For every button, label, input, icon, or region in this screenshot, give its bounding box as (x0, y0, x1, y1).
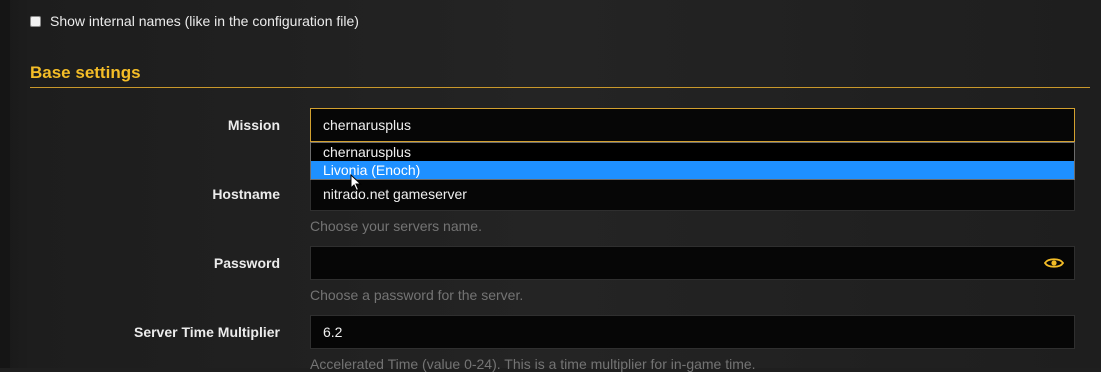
server-time-multiplier-label: Server Time Multiplier (133, 324, 280, 340)
mission-label: Mission (227, 117, 280, 133)
show-internal-names-toggle[interactable]: Show internal names (like in the configu… (30, 12, 359, 30)
section-divider (30, 87, 1090, 88)
section-title: Base settings (30, 63, 141, 82)
mission-select[interactable]: chernarusplus (310, 108, 1075, 142)
eye-icon[interactable] (1044, 257, 1064, 269)
mouse-cursor-icon (350, 174, 362, 192)
hostname-help: Choose your servers name. (310, 218, 482, 234)
mission-option[interactable]: chernarusplus (311, 143, 1074, 161)
left-edge-strip (0, 0, 10, 368)
mission-option-highlighted[interactable]: Livonia (Enoch) (311, 161, 1074, 179)
hostname-label: Hostname (212, 186, 280, 202)
mission-select-value: chernarusplus (323, 117, 411, 133)
hostname-input[interactable]: nitrado.net gameserver (310, 177, 1075, 211)
hostname-input-value: nitrado.net gameserver (323, 186, 467, 202)
server-time-multiplier-input[interactable]: 6.2 (310, 315, 1075, 349)
password-help: Choose a password for the server. (310, 287, 524, 303)
show-internal-names-checkbox[interactable] (30, 15, 41, 27)
mission-dropdown-list: chernarusplus Livonia (Enoch) (310, 142, 1075, 180)
password-label: Password (213, 255, 280, 271)
password-input[interactable] (310, 246, 1075, 280)
settings-page: Show internal names (like in the configu… (0, 0, 1101, 372)
server-time-multiplier-value: 6.2 (323, 324, 343, 340)
show-internal-names-label: Show internal names (like in the configu… (50, 13, 359, 29)
server-time-multiplier-help: Accelerated Time (value 0-24). This is a… (310, 356, 756, 372)
